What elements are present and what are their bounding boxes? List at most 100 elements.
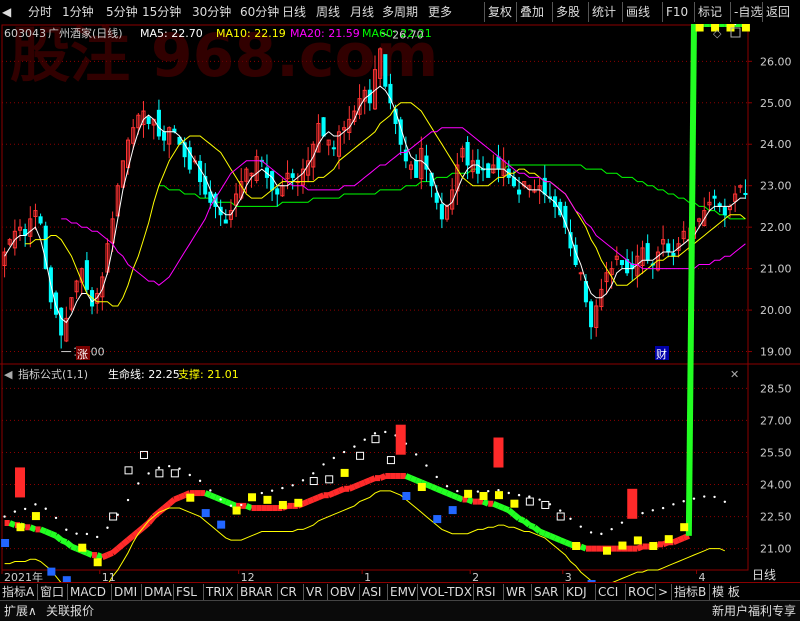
indicator-tab-12[interactable]: EMV xyxy=(390,583,416,601)
toolbar-60min[interactable]: 60分钟 xyxy=(240,3,279,21)
band-dot xyxy=(332,456,336,460)
indicator-tab-20[interactable]: > xyxy=(658,583,668,601)
band-dot xyxy=(414,453,418,456)
life-line-segment xyxy=(353,481,361,490)
toolbar-draw[interactable]: 画线 xyxy=(626,3,650,21)
signal-block xyxy=(186,493,195,502)
indicator-tab-13[interactable]: VOL-TDX xyxy=(420,583,472,601)
life-line-segment xyxy=(54,533,64,543)
indicator-tab-2[interactable]: MACD xyxy=(70,583,106,601)
indicator-tab-1[interactable]: 窗口 xyxy=(40,583,64,601)
toolbar-week[interactable]: 周线 xyxy=(316,3,340,21)
signal-block xyxy=(78,543,87,552)
indicator-tab-8[interactable]: CR xyxy=(280,583,297,601)
price-tick-label: 24.00 xyxy=(760,138,792,151)
band-dot xyxy=(569,517,572,520)
band-dot xyxy=(126,498,130,502)
ma5-legend: MA5: 22.70 xyxy=(140,27,203,40)
indicator-tab-16[interactable]: SAR xyxy=(534,583,558,601)
life-line-segment xyxy=(481,498,490,507)
toolbar-overlay[interactable]: 叠加 xyxy=(520,3,544,21)
diamond-icon[interactable]: ◇ xyxy=(713,27,722,40)
band-dot xyxy=(384,430,387,434)
toolbar-multi[interactable]: 多周期 xyxy=(382,3,418,21)
candle-body xyxy=(162,131,167,141)
indicator-tab-17[interactable]: KDJ xyxy=(566,583,587,601)
band-dot xyxy=(229,504,233,507)
indicator-tab-9[interactable]: VR xyxy=(306,583,323,601)
toolbar-more[interactable]: 更多 xyxy=(428,3,452,21)
indicator-tab-10[interactable]: OBV xyxy=(330,583,356,601)
candle-body xyxy=(439,204,444,220)
toolbar-30min[interactable]: 30分钟 xyxy=(192,3,231,21)
life-line-segment xyxy=(85,550,94,558)
period-day-label[interactable]: 日线 xyxy=(752,568,776,582)
band-dot xyxy=(13,510,17,513)
candle-body xyxy=(666,243,671,253)
toolbar-f10[interactable]: F10 xyxy=(666,3,688,21)
related-quote-button[interactable]: 关联报价 xyxy=(46,602,94,620)
toolbar-1min[interactable]: 1分钟 xyxy=(62,3,94,21)
close-indicator-icon[interactable]: ✕ xyxy=(730,368,739,381)
indicator-tab-4[interactable]: DMA xyxy=(144,583,172,601)
toolbar-restore[interactable]: 复权 xyxy=(488,3,512,21)
life-line-segment xyxy=(579,543,588,552)
ma10-legend: MA10: 22.19 xyxy=(216,27,286,40)
indicator-tab-11[interactable]: ASI xyxy=(362,583,381,601)
zhang-label: 涨 xyxy=(77,348,88,361)
toolbar-fenshi[interactable]: 分时 xyxy=(28,3,52,21)
life-line-segment xyxy=(511,512,521,522)
indicator-tab-15[interactable]: WR xyxy=(506,583,526,601)
toolbar-day[interactable]: 日线 xyxy=(282,3,306,21)
toolbar-back[interactable]: ◀ xyxy=(2,3,11,21)
band-dot xyxy=(517,493,521,497)
toolbar-15min[interactable]: 15分钟 xyxy=(142,3,181,21)
indicator-tab-6[interactable]: TRIX xyxy=(206,583,233,601)
toolbar-return[interactable]: 返回 xyxy=(766,3,790,21)
life-line-segment xyxy=(70,543,78,552)
band-dot xyxy=(456,489,459,493)
kline-chart[interactable]: 股注 968.com 19.0020.0021.0022.0023.0024.0… xyxy=(0,24,800,582)
toolbar-multistock[interactable]: 多股 xyxy=(556,3,580,21)
signal-block xyxy=(294,498,303,507)
indicator-tab-22[interactable]: 模 板 xyxy=(712,583,740,601)
indicator-tab-5[interactable]: FSL xyxy=(176,583,197,601)
band-dot xyxy=(270,489,274,492)
new-user-benefit-link[interactable]: 新用户福利专享 xyxy=(712,602,796,620)
toolbar-watch[interactable]: -自选 xyxy=(734,3,762,21)
indicator-tab-3[interactable]: DMI xyxy=(114,583,137,601)
time-tick-label: 12 xyxy=(241,571,255,582)
candle-body xyxy=(331,147,336,150)
band-dot xyxy=(322,463,325,466)
time-tick-label: 2021年 xyxy=(4,570,43,582)
life-line-segment xyxy=(425,481,433,490)
life-line-segment xyxy=(538,528,546,537)
indicator-toggle-icon[interactable]: ◀ xyxy=(4,368,13,381)
life-line-segment xyxy=(430,483,438,492)
life-line-segment xyxy=(29,524,37,533)
life-line-segment xyxy=(115,542,125,551)
indicator-tick-label: 27.00 xyxy=(760,414,792,427)
indicator-tab-7[interactable]: BRAR xyxy=(240,583,273,601)
life-line-segment xyxy=(363,477,372,486)
toolbar-month[interactable]: 月线 xyxy=(350,3,374,21)
indicator-tab-21[interactable]: 指标B xyxy=(674,583,706,601)
time-tick-label: 11 xyxy=(102,571,116,582)
indicator-tab-14[interactable]: RSI xyxy=(476,583,496,601)
toolbar-stats[interactable]: 统计 xyxy=(592,3,616,21)
band-dot xyxy=(425,464,428,467)
band-dot xyxy=(507,491,510,495)
indicator-tab-19[interactable]: ROC xyxy=(628,583,654,601)
life-line-segment xyxy=(110,546,120,556)
band-dot xyxy=(312,472,315,475)
indicator-tab-18[interactable]: CCI xyxy=(598,583,618,601)
candle-body xyxy=(275,188,280,195)
indicator-tab-0[interactable]: 指标A xyxy=(2,583,34,601)
expand-button[interactable]: 扩展∧ xyxy=(4,602,37,620)
signal-block xyxy=(217,520,226,529)
life-line-segment xyxy=(49,530,58,539)
candle-body xyxy=(722,207,727,216)
life-line-segment xyxy=(415,477,423,486)
toolbar-5min[interactable]: 5分钟 xyxy=(106,3,138,21)
toolbar-mark[interactable]: 标记 xyxy=(698,3,722,21)
